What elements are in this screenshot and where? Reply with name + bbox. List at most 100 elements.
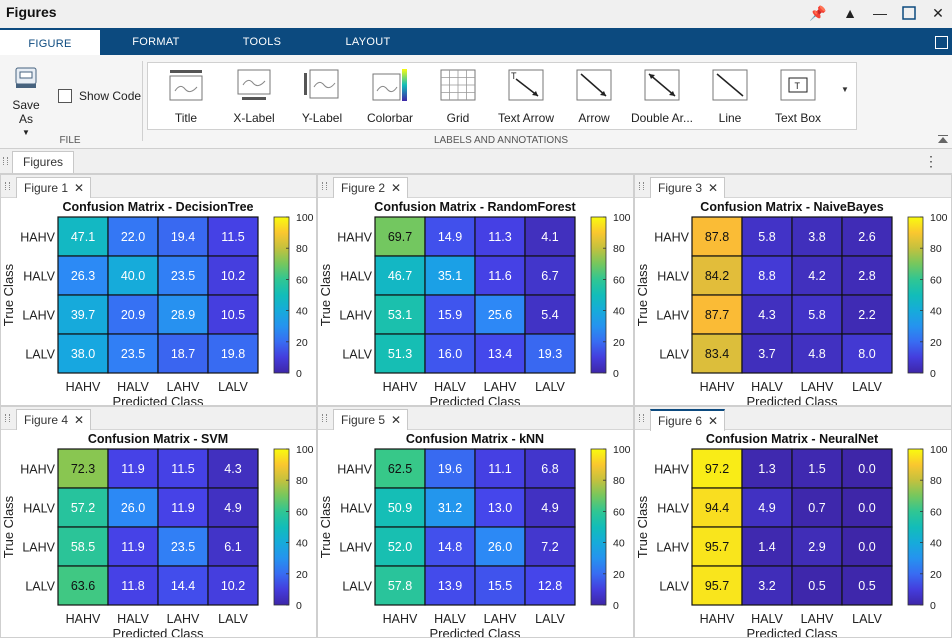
cell-value-label: 53.1 bbox=[388, 308, 412, 322]
y-tick-hahv: HAHV bbox=[20, 463, 55, 477]
cell-value-label: 19.6 bbox=[438, 462, 462, 476]
chevron-down-icon[interactable]: ▼ bbox=[4, 128, 48, 137]
colorbar-tick-label: 100 bbox=[930, 444, 948, 456]
minimize-toolstrip-icon[interactable]: ▲ bbox=[840, 3, 860, 23]
gallery-item-text-arrow[interactable]: T Text Arrow bbox=[492, 65, 560, 127]
drag-handle-icon[interactable] bbox=[5, 414, 10, 422]
figure-panel-header: Figure 2 ✕ bbox=[318, 175, 633, 198]
gallery-item-xlabel[interactable]: X-Label bbox=[220, 65, 288, 127]
colorbar-tick-label: 80 bbox=[930, 475, 942, 487]
cell-value-label: 84.2 bbox=[705, 269, 729, 283]
cell-value-label: 2.8 bbox=[858, 269, 875, 283]
cell-value-label: 11.5 bbox=[221, 230, 244, 244]
x-axis-label: Predicted Class bbox=[429, 626, 521, 637]
cell-value-label: 11.9 bbox=[121, 540, 144, 554]
colorbar-tick-label: 20 bbox=[930, 337, 942, 349]
cell-value-label: 8.0 bbox=[858, 347, 875, 361]
figure-tab-1[interactable]: Figure 1 ✕ bbox=[16, 177, 92, 198]
y-tick-lalv: LALV bbox=[25, 580, 55, 594]
tab-layout[interactable]: LAYOUT bbox=[322, 28, 414, 55]
cell-value-label: 35.1 bbox=[438, 269, 462, 283]
cell-value-label: 23.5 bbox=[121, 347, 145, 361]
cell-value-label: 4.8 bbox=[808, 347, 825, 361]
minimize-window-button[interactable]: — bbox=[870, 3, 890, 23]
x-tick-lalv: LALV bbox=[535, 612, 565, 626]
x-tick-halv: HALV bbox=[434, 612, 466, 626]
svg-text:T: T bbox=[795, 81, 801, 91]
cell-value-label: 2.2 bbox=[858, 308, 875, 322]
gallery-item-line[interactable]: Line bbox=[696, 65, 764, 127]
y-tick-halv: HALV bbox=[657, 270, 689, 284]
figure-tab-label: Figure 6 bbox=[658, 414, 703, 428]
cell-value-label: 46.7 bbox=[388, 269, 412, 283]
drag-handle-icon[interactable] bbox=[639, 182, 644, 190]
cell-value-label: 31.2 bbox=[438, 501, 462, 515]
y-axis-label: True Class bbox=[635, 263, 650, 326]
undock-icon[interactable] bbox=[935, 36, 948, 49]
cell-value-label: 4.2 bbox=[808, 269, 825, 283]
x-tick-lahv: LAHV bbox=[167, 380, 200, 394]
cell-value-label: 4.3 bbox=[224, 462, 241, 476]
gallery-item-double-arrow[interactable]: Double Ar... bbox=[628, 65, 696, 127]
close-window-button[interactable]: ✕ bbox=[928, 3, 948, 23]
cell-value-label: 47.1 bbox=[71, 230, 95, 244]
cell-value-label: 16.0 bbox=[438, 347, 462, 361]
close-icon[interactable]: ✕ bbox=[74, 413, 84, 427]
y-tick-halv: HALV bbox=[340, 270, 372, 284]
tab-tools[interactable]: TOOLS bbox=[216, 28, 308, 55]
figure-tab-3[interactable]: Figure 3 ✕ bbox=[650, 177, 726, 198]
gallery-expand-icon[interactable]: ▼ bbox=[841, 85, 849, 94]
figure-tab-4[interactable]: Figure 4 ✕ bbox=[16, 409, 92, 430]
gallery-item-text-box[interactable]: T Text Box bbox=[764, 65, 832, 127]
cell-value-label: 14.9 bbox=[438, 230, 462, 244]
more-options-icon[interactable]: ⋮ bbox=[924, 153, 938, 170]
save-as-button[interactable]: Save As ▼ bbox=[4, 65, 48, 137]
drag-handle-icon[interactable] bbox=[322, 182, 327, 190]
cell-value-label: 7.2 bbox=[541, 540, 558, 554]
gallery-item-colorbar[interactable]: Colorbar bbox=[356, 65, 424, 127]
confusion-matrix-chart: Confusion Matrix - NeuralNet 97.2 1.3 1.5 0.… bbox=[635, 432, 948, 637]
pin-icon[interactable]: 📌 bbox=[808, 3, 828, 23]
close-icon[interactable]: ✕ bbox=[708, 181, 718, 195]
tab-figure[interactable]: FIGURE bbox=[0, 28, 100, 56]
gallery-item-title[interactable]: Title bbox=[152, 65, 220, 127]
colorbar-tick-label: 20 bbox=[930, 569, 942, 581]
close-icon[interactable]: ✕ bbox=[391, 181, 401, 195]
drag-handle-icon[interactable] bbox=[639, 414, 644, 422]
document-tab-figures[interactable]: Figures bbox=[12, 151, 75, 173]
colorbar bbox=[590, 216, 607, 374]
figure-tab-6[interactable]: Figure 6 ✕ bbox=[650, 409, 726, 431]
drag-handle-icon[interactable] bbox=[3, 157, 8, 165]
figure-panel-header: Figure 1 ✕ bbox=[1, 175, 316, 198]
colorbar-tick-label: 40 bbox=[296, 306, 308, 318]
show-code-checkbox[interactable]: Show Code bbox=[58, 89, 141, 103]
close-icon[interactable]: ✕ bbox=[391, 413, 401, 427]
gallery-item-ylabel[interactable]: Y-Label bbox=[288, 65, 356, 127]
cell-value-label: 23.5 bbox=[171, 269, 195, 283]
cell-value-label: 87.7 bbox=[705, 308, 729, 322]
ylabel-icon bbox=[304, 69, 339, 99]
checkbox-box[interactable] bbox=[58, 89, 72, 103]
drag-handle-icon[interactable] bbox=[322, 414, 327, 422]
cell-value-label: 11.9 bbox=[171, 501, 194, 515]
gallery-item-grid[interactable]: Grid bbox=[424, 65, 492, 127]
close-icon[interactable]: ✕ bbox=[74, 181, 84, 195]
cell-value-label: 40.0 bbox=[121, 269, 145, 283]
cell-value-label: 69.7 bbox=[388, 230, 412, 244]
gallery-item-arrow[interactable]: Arrow bbox=[560, 65, 628, 127]
figure-panel-2: Figure 2 ✕ Confusion Matrix - RandomForest… bbox=[317, 174, 634, 406]
figure-tab-2[interactable]: Figure 2 ✕ bbox=[333, 177, 409, 198]
drag-handle-icon[interactable] bbox=[5, 182, 10, 190]
cell-value-label: 1.5 bbox=[808, 462, 825, 476]
tab-format[interactable]: FORMAT bbox=[110, 28, 202, 55]
x-tick-lalv: LALV bbox=[218, 380, 248, 394]
collapse-ribbon-icon[interactable] bbox=[938, 135, 948, 143]
figure-tab-5[interactable]: Figure 5 ✕ bbox=[333, 409, 409, 430]
x-tick-hahv: HAHV bbox=[383, 612, 418, 626]
cell-value-label: 95.7 bbox=[705, 579, 729, 593]
cell-value-label: 19.4 bbox=[171, 230, 195, 244]
close-icon[interactable]: ✕ bbox=[708, 414, 718, 428]
ribbon-tabstrip: FIGURE FORMAT TOOLS LAYOUT bbox=[0, 28, 952, 56]
cell-value-label: 58.5 bbox=[71, 540, 95, 554]
maximize-window-button[interactable] bbox=[899, 3, 919, 23]
